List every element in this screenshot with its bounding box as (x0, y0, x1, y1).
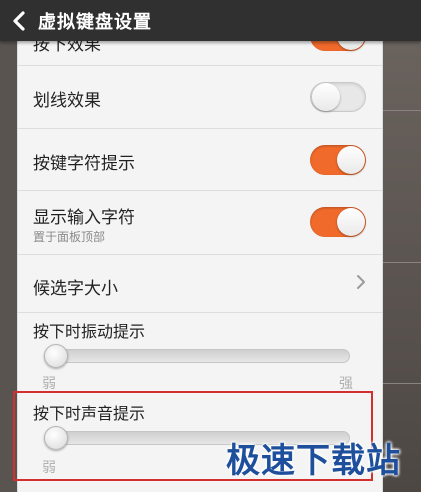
toggle-knob (337, 208, 365, 236)
setting-row-key-hint[interactable]: 按键字符提示 (18, 129, 382, 191)
toggle-knob (337, 146, 365, 174)
key-hint-toggle[interactable] (310, 145, 366, 175)
vibration-slider-thumb[interactable] (44, 344, 68, 368)
slider-label: 按下时振动提示 (33, 322, 146, 341)
setting-label: 候选字大小 (33, 279, 118, 299)
setting-sublabel: 置于面板顶部 (33, 230, 106, 244)
page-title: 虚拟键盘设置 (38, 11, 152, 33)
title-bar: 虚拟键盘设置 (0, 0, 421, 41)
setting-row-candidate-size[interactable]: 候选字大小 (18, 255, 382, 313)
chevron-right-icon (356, 271, 366, 295)
vibration-slider-block: 按下时振动提示 弱 强 (18, 313, 382, 392)
setting-label: 按键字符提示 (33, 154, 135, 174)
slider-max-label: 强 (339, 376, 353, 392)
show-input-toggle[interactable] (310, 207, 366, 237)
setting-row-swipe-effect[interactable]: 划线效果 (18, 66, 382, 129)
watermark-logo: 极速下载站 (226, 441, 401, 481)
swipe-effect-toggle[interactable] (310, 82, 366, 112)
background-divider (381, 383, 421, 384)
back-button[interactable] (0, 0, 38, 41)
background-divider (381, 262, 421, 263)
background-window: 太江 (381, 0, 421, 492)
background-divider (381, 110, 421, 111)
chevron-left-icon (13, 10, 25, 31)
setting-row-show-input[interactable]: 显示输入字符 置于面板顶部 (18, 191, 382, 255)
toggle-knob (312, 83, 340, 111)
vibration-slider-track[interactable] (44, 349, 350, 363)
slider-min-label: 弱 (42, 376, 56, 392)
setting-label: 显示输入字符 (33, 208, 135, 228)
setting-label: 划线效果 (33, 91, 101, 111)
